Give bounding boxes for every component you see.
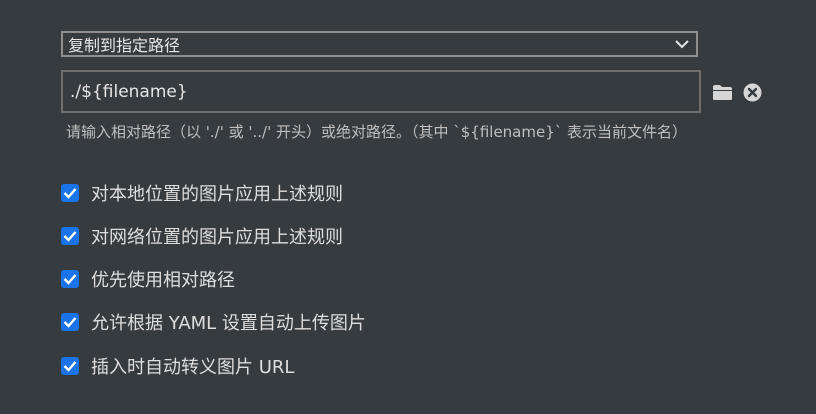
option-network-images[interactable]: 对网络位置的图片应用上述规则 [61,225,343,248]
destination-select[interactable]: 复制到指定路径 [61,31,698,57]
option-label: 插入时自动转义图片 URL [91,357,295,378]
checkbox[interactable] [61,227,79,245]
checkmark-icon [63,231,77,242]
path-input[interactable] [61,70,701,113]
option-prefer-relative[interactable]: 优先使用相对路径 [61,268,235,291]
destination-select-value: 复制到指定路径 [68,36,181,55]
checkmark-icon [63,188,77,199]
checkmark-icon [63,361,77,372]
option-local-images[interactable]: 对本地位置的图片应用上述规则 [61,182,343,205]
path-hint: 请输入相对路径（以 './' 或 '../' 开头）或绝对路径。（其中 `${f… [66,123,688,141]
checkbox[interactable] [61,270,79,288]
checkbox[interactable] [61,357,79,375]
option-yaml-upload[interactable]: 允许根据 YAML 设置自动上传图片 [61,311,366,334]
folder-icon[interactable] [712,84,733,101]
option-label: 优先使用相对路径 [91,270,235,291]
option-label: 允许根据 YAML 设置自动上传图片 [91,313,366,334]
checkmark-icon [63,317,77,328]
option-escape-url[interactable]: 插入时自动转义图片 URL [61,355,295,378]
chevron-down-icon [675,40,689,49]
checkbox[interactable] [61,313,79,331]
option-label: 对网络位置的图片应用上述规则 [91,227,343,248]
image-settings-panel: 复制到指定路径 请输入相对路径（以 './' 或 '../' 开头）或绝对路径。… [0,0,816,414]
checkmark-icon [63,274,77,285]
option-label: 对本地位置的图片应用上述规则 [91,184,343,205]
clear-icon[interactable] [743,83,762,102]
checkbox[interactable] [61,184,79,202]
